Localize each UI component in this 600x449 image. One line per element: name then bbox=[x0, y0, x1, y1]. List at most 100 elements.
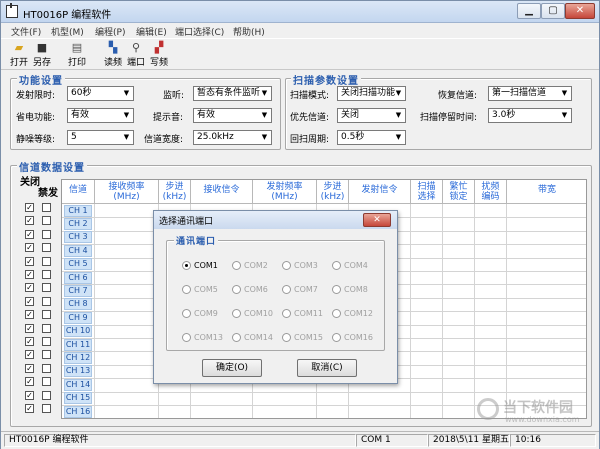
channel-tx-inhibit-checkbox[interactable] bbox=[42, 203, 51, 212]
menu-program[interactable]: 编程(P) bbox=[95, 25, 125, 38]
port-radio[interactable] bbox=[332, 333, 341, 342]
channel-tx-inhibit-checkbox[interactable] bbox=[42, 363, 51, 373]
channel-close-checkbox[interactable]: ✓ bbox=[25, 404, 34, 413]
channel-label[interactable]: CH 10 bbox=[64, 325, 92, 338]
port-radio[interactable] bbox=[282, 309, 291, 318]
column-header: 接收频率 (MHz) bbox=[95, 180, 159, 204]
channel-tx-inhibit-checkbox[interactable] bbox=[42, 337, 51, 346]
channel-close-checkbox[interactable]: ✓ bbox=[25, 310, 34, 320]
close-button[interactable]: ✕ bbox=[565, 3, 595, 19]
channel-close-checkbox[interactable]: ✓ bbox=[25, 203, 34, 212]
channel-tx-inhibit-checkbox[interactable] bbox=[42, 216, 51, 226]
channel-tx-inhibit-checkbox[interactable] bbox=[42, 296, 51, 306]
tot-select[interactable]: 60秒 ▼ bbox=[67, 86, 134, 101]
cancel-button[interactable]: 取消(C) bbox=[297, 359, 357, 377]
open-button[interactable]: ▰ 打开 bbox=[8, 42, 30, 69]
channel-tx-inhibit-checkbox[interactable] bbox=[42, 283, 51, 293]
port-label: COM15 bbox=[294, 333, 323, 342]
ok-button[interactable]: 确定(O) bbox=[202, 359, 262, 377]
maximize-button[interactable]: ▢ bbox=[541, 3, 565, 19]
channel-close-checkbox[interactable]: ✓ bbox=[25, 283, 34, 293]
read-button[interactable]: ▚ 读频 bbox=[102, 42, 124, 69]
port-radio[interactable] bbox=[332, 261, 341, 270]
channel-close-checkbox[interactable]: ✓ bbox=[25, 216, 34, 226]
power-save-select[interactable]: 有效 ▼ bbox=[67, 108, 134, 123]
channel-label[interactable]: CH 1 bbox=[64, 204, 92, 217]
port-radio[interactable] bbox=[282, 285, 291, 294]
channel-tx-inhibit-checkbox[interactable] bbox=[42, 350, 51, 360]
channel-tx-inhibit-checkbox[interactable] bbox=[42, 270, 51, 279]
port-button[interactable]: ⚲ 端口 bbox=[125, 42, 147, 69]
channel-close-checkbox[interactable]: ✓ bbox=[25, 296, 34, 306]
channel-close-checkbox[interactable]: ✓ bbox=[25, 350, 34, 360]
channel-close-checkbox[interactable]: ✓ bbox=[25, 243, 34, 253]
channel-close-checkbox[interactable]: ✓ bbox=[25, 390, 34, 400]
menu-model[interactable]: 机型(M) bbox=[51, 25, 84, 38]
menu-help[interactable]: 帮助(H) bbox=[233, 25, 265, 38]
menu-edit[interactable]: 编辑(E) bbox=[136, 25, 167, 38]
port-label: COM4 bbox=[344, 261, 368, 270]
channel-close-checkbox[interactable]: ✓ bbox=[25, 270, 34, 279]
channel-label[interactable]: CH 13 bbox=[64, 365, 92, 378]
channel-label[interactable]: CH 11 bbox=[64, 338, 92, 351]
channel-close-checkbox[interactable]: ✓ bbox=[25, 256, 34, 266]
app-window: HT0016P 编程软件 ▁ ▢ ✕ 文件(F) 机型(M) 编程(P) 编辑(… bbox=[0, 0, 600, 449]
dialog-title-bar[interactable]: 选择通讯端口 ✕ bbox=[154, 211, 397, 229]
channel-close-checkbox[interactable]: ✓ bbox=[25, 323, 34, 333]
scan-mode-select[interactable]: 关闭扫描功能 ▼ bbox=[337, 86, 406, 101]
port-radio[interactable] bbox=[232, 285, 241, 294]
title-bar[interactable]: HT0016P 编程软件 ▁ ▢ ✕ bbox=[1, 1, 599, 23]
port-radio[interactable] bbox=[182, 333, 191, 342]
write-button[interactable]: ▞ 写频 bbox=[148, 42, 170, 69]
minimize-button[interactable]: ▁ bbox=[517, 3, 541, 19]
resume-channel-select[interactable]: 第一扫描信道 ▼ bbox=[488, 86, 572, 101]
channel-label[interactable]: CH 3 bbox=[64, 231, 92, 244]
channel-tx-inhibit-checkbox[interactable] bbox=[42, 404, 51, 413]
channel-label[interactable]: CH 14 bbox=[64, 378, 92, 391]
channel-tx-inhibit-checkbox[interactable] bbox=[42, 256, 51, 266]
menu-file[interactable]: 文件(F) bbox=[11, 25, 41, 38]
port-radio[interactable] bbox=[232, 309, 241, 318]
beep-select[interactable]: 有效 ▼ bbox=[193, 108, 272, 123]
port-radio[interactable] bbox=[182, 261, 191, 270]
channel-label[interactable]: CH 8 bbox=[64, 298, 92, 311]
channel-close-checkbox[interactable]: ✓ bbox=[25, 363, 34, 373]
port-radio[interactable] bbox=[282, 333, 291, 342]
port-radio[interactable] bbox=[232, 261, 241, 270]
priority-channel-select[interactable]: 关闭 ▼ bbox=[337, 108, 406, 123]
channel-label[interactable]: CH 6 bbox=[64, 271, 92, 284]
port-radio[interactable] bbox=[182, 309, 191, 318]
menu-port-select[interactable]: 端口选择(C) bbox=[175, 25, 224, 38]
port-radio[interactable] bbox=[232, 333, 241, 342]
bandwidth-select[interactable]: 25.0kHz ▼ bbox=[193, 130, 272, 145]
chevron-down-icon: ▼ bbox=[395, 111, 402, 119]
scan-stop-select[interactable]: 3.0秒 ▼ bbox=[488, 108, 572, 123]
port-radio[interactable] bbox=[282, 261, 291, 270]
channel-tx-inhibit-checkbox[interactable] bbox=[42, 243, 51, 253]
dialog-close-button[interactable]: ✕ bbox=[363, 213, 391, 227]
channel-label[interactable]: CH 7 bbox=[64, 284, 92, 297]
channel-label[interactable]: CH 5 bbox=[64, 258, 92, 271]
saveas-button[interactable]: ■ 另存 bbox=[31, 42, 53, 69]
channel-label[interactable]: CH 9 bbox=[64, 311, 92, 324]
port-radio[interactable] bbox=[332, 285, 341, 294]
channel-label[interactable]: CH 4 bbox=[64, 244, 92, 257]
channel-label[interactable]: CH 2 bbox=[64, 217, 92, 230]
channel-close-checkbox[interactable]: ✓ bbox=[25, 337, 34, 346]
channel-tx-inhibit-checkbox[interactable] bbox=[42, 390, 51, 400]
channel-label[interactable]: CH 15 bbox=[64, 392, 92, 405]
channel-tx-inhibit-checkbox[interactable] bbox=[42, 323, 51, 333]
channel-close-checkbox[interactable]: ✓ bbox=[25, 229, 34, 239]
channel-close-checkbox[interactable]: ✓ bbox=[25, 377, 34, 387]
squelch-select[interactable]: 5 ▼ bbox=[67, 130, 134, 145]
monitor-select[interactable]: 暂态有条件监听 ▼ bbox=[193, 86, 272, 101]
channel-tx-inhibit-checkbox[interactable] bbox=[42, 310, 51, 320]
channel-tx-inhibit-checkbox[interactable] bbox=[42, 377, 51, 387]
channel-tx-inhibit-checkbox[interactable] bbox=[42, 229, 51, 239]
print-button[interactable]: ▤ 打印 bbox=[66, 42, 88, 69]
port-radio[interactable] bbox=[182, 285, 191, 294]
channel-label[interactable]: CH 16 bbox=[64, 405, 92, 418]
port-radio[interactable] bbox=[332, 309, 341, 318]
channel-label[interactable]: CH 12 bbox=[64, 351, 92, 364]
scan-period-select[interactable]: 0.5秒 ▼ bbox=[337, 130, 406, 145]
